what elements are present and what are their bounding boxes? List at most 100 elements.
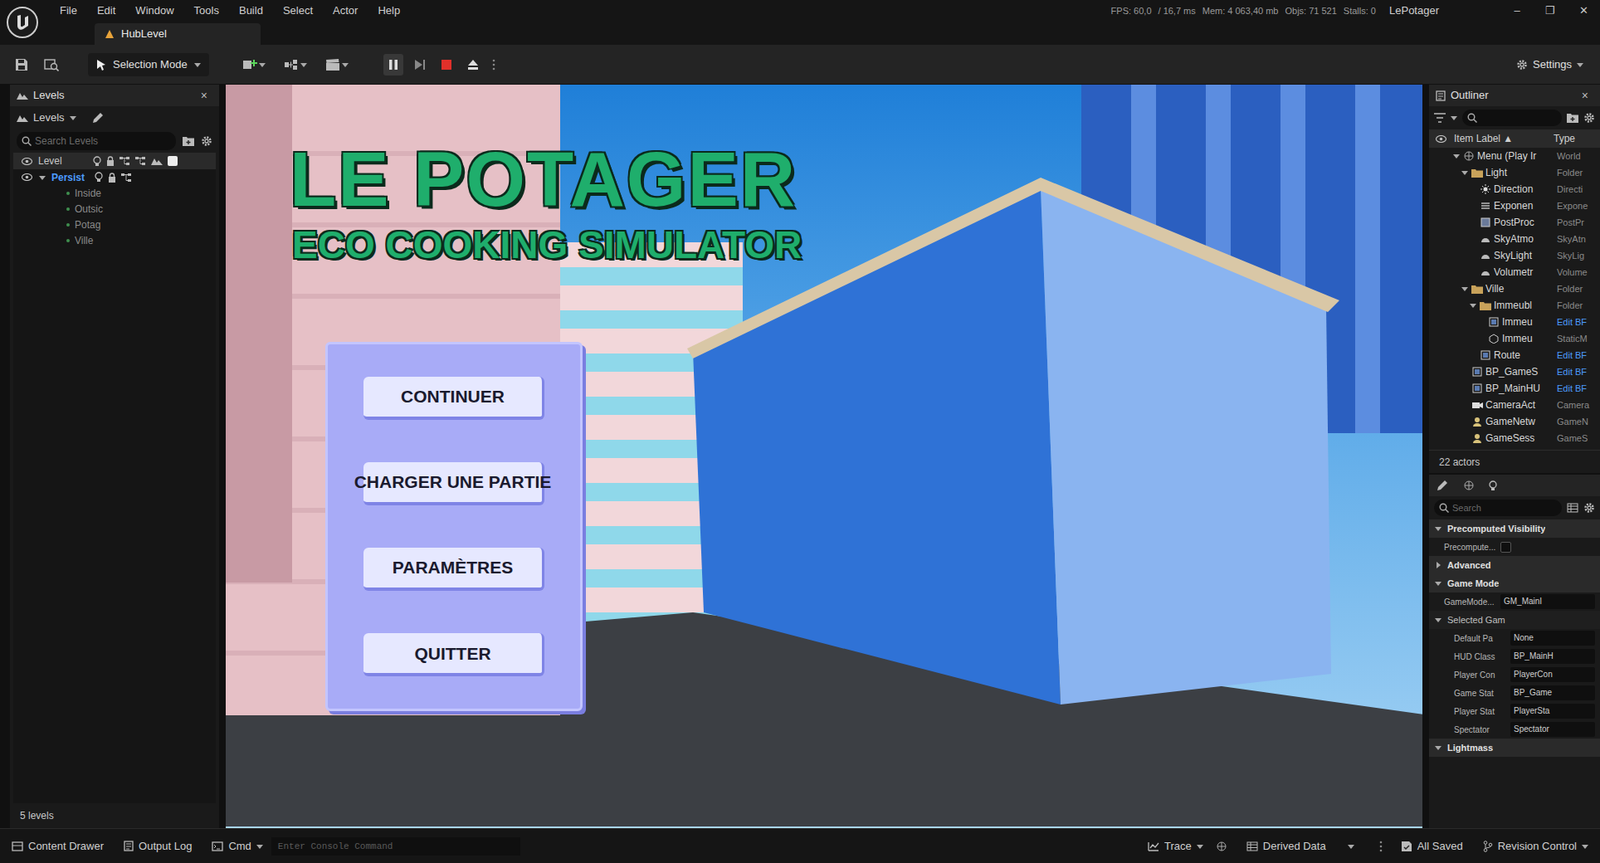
outliner-row[interactable]: ImmeuEdit BF: [1429, 313, 1600, 331]
expanded-arrow-icon: [1460, 169, 1469, 176]
column-header[interactable]: Type: [1553, 131, 1596, 147]
step-button[interactable]: [409, 58, 430, 71]
revision-control-dropdown[interactable]: Revision Control: [1482, 838, 1589, 855]
all-saved-button[interactable]: All Saved: [1400, 838, 1464, 855]
cinematics-button[interactable]: [325, 58, 349, 72]
type-cell[interactable]: Edit BF: [1556, 348, 1599, 363]
outliner-row[interactable]: ImmeuStaticM: [1429, 330, 1600, 347]
outliner-row[interactable]: ExponenExpone: [1429, 197, 1600, 215]
checkbox[interactable]: [1500, 541, 1512, 553]
details-section-header[interactable]: Advanced: [1429, 556, 1600, 575]
level-row[interactable]: Potag: [13, 216, 216, 233]
label-cell: GameSess: [1485, 430, 1555, 446]
title-bar: FileEditWindowToolsBuildSelectActorHelpF…: [0, 0, 1600, 45]
outliner-row[interactable]: LightFolder: [1429, 164, 1600, 181]
menu-item[interactable]: Build: [230, 0, 272, 22]
property-value[interactable]: BP_MainH: [1510, 648, 1596, 664]
pause-button[interactable]: [383, 53, 404, 76]
property-value[interactable]: BP_Game: [1510, 685, 1596, 701]
details-section-header[interactable]: Selected Gam: [1429, 610, 1600, 630]
outliner-row[interactable]: Menu (Play IrWorld: [1429, 147, 1600, 165]
outliner-row[interactable]: BP_GameSEdit BF: [1429, 363, 1600, 381]
level-tab[interactable]: HubLevel: [94, 23, 261, 45]
sublevel-dot: [66, 191, 70, 196]
level-row[interactable]: Inside: [13, 185, 216, 201]
outliner-search-field[interactable]: [1462, 109, 1562, 127]
outliner-row[interactable]: VilleFolder: [1429, 280, 1600, 298]
type-cell[interactable]: Edit BF: [1556, 365, 1599, 380]
column-header[interactable]: Item Label ▲: [1450, 131, 1551, 147]
outliner-row[interactable]: CameraActCamera: [1429, 396, 1600, 414]
project-name: LePotager: [1389, 2, 1498, 20]
type-cell[interactable]: Edit BF: [1556, 315, 1599, 330]
levels-search-input[interactable]: [31, 132, 171, 150]
menu-item[interactable]: Select: [274, 0, 322, 22]
stop-button[interactable]: [436, 58, 457, 71]
details-search-field[interactable]: [1434, 499, 1562, 517]
menu-button[interactable]: CHARGER UNE PARTIE: [363, 462, 545, 506]
menu-item[interactable]: Tools: [185, 0, 228, 22]
output-log-button[interactable]: Output Log: [123, 838, 192, 855]
outliner-row[interactable]: PostProcPostPr: [1429, 214, 1600, 231]
close-button[interactable]: ×: [200, 87, 213, 105]
outliner-row[interactable]: ImmeublFolder: [1429, 297, 1600, 314]
add-actor-button[interactable]: [242, 58, 266, 72]
main-menu-panel: CONTINUER CHARGER UNE PARTIE PARAMÈTRES QUI…: [325, 341, 583, 712]
label-cell: PostProc: [1493, 214, 1555, 230]
window-control-button[interactable]: –: [1500, 2, 1534, 20]
game-viewport[interactable]: LE POTAGERECO COOKING SIMULATORCONTINUER…: [225, 84, 1423, 829]
camera-icon: [1471, 400, 1483, 410]
settings-button[interactable]: Settings: [1516, 56, 1589, 74]
levels-search-field[interactable]: [16, 131, 176, 151]
property-value[interactable]: PlayerSta: [1510, 703, 1596, 719]
close-button[interactable]: ×: [1581, 87, 1594, 105]
cmd-dropdown[interactable]: Cmd: [211, 838, 263, 855]
type-cell[interactable]: Edit BF: [1556, 381, 1599, 396]
menu-item[interactable]: Edit: [88, 0, 124, 22]
levels-dropdown[interactable]: Levels: [16, 109, 77, 127]
outliner-row[interactable]: RouteEdit BF: [1429, 346, 1600, 364]
menu-item[interactable]: Window: [126, 0, 182, 22]
menu-button[interactable]: CONTINUER: [363, 376, 545, 420]
outliner-tab[interactable]: Outliner×: [1429, 84, 1600, 107]
levels-tab[interactable]: Levels×: [9, 84, 220, 107]
details-section-header[interactable]: Game Mode: [1429, 574, 1600, 593]
outliner-row[interactable]: BP_MainHUEdit BF: [1429, 380, 1600, 397]
outliner-row[interactable]: DirectionDirecti: [1429, 180, 1600, 198]
outliner-row[interactable]: GameSessGameS: [1429, 429, 1600, 447]
level-row[interactable]: Persist: [13, 169, 216, 186]
window-control-button[interactable]: ✕: [1566, 2, 1600, 20]
menu-item[interactable]: Help: [369, 0, 409, 22]
details-panel: Precomputed VisibilityPrecompute...Advan…: [1429, 474, 1600, 829]
saved-icon: [1400, 840, 1413, 853]
level-row[interactable]: Ville: [13, 232, 216, 249]
menu-button[interactable]: QUITTER: [363, 633, 545, 677]
details-search-input[interactable]: [1448, 500, 1557, 516]
derived-data-dropdown[interactable]: Derived Data: [1246, 838, 1355, 855]
menu-button[interactable]: PARAMÈTRES: [363, 547, 545, 591]
menu-item[interactable]: File: [51, 0, 86, 22]
outliner-row[interactable]: SkyLightSkyLig: [1429, 247, 1600, 264]
level-row[interactable]: Outsic: [13, 200, 216, 217]
content-drawer-button[interactable]: Content Drawer: [11, 838, 104, 855]
outliner-row[interactable]: VolumetrVolume: [1429, 263, 1600, 281]
levels-tree: LevelPersistInsideOutsicPotagVille: [13, 152, 216, 804]
outliner-row[interactable]: GameNetwGameN: [1429, 413, 1600, 430]
blueprint-button[interactable]: [283, 58, 308, 72]
console-input[interactable]: [271, 837, 521, 856]
volume-icon: [1479, 217, 1492, 228]
property-value[interactable]: PlayerCon: [1510, 667, 1596, 683]
outliner-row[interactable]: SkyAtmoSkyAtn: [1429, 230, 1600, 248]
cursor-icon: [96, 58, 107, 71]
details-section-header[interactable]: Precomputed Visibility: [1429, 519, 1600, 538]
details-section-header[interactable]: Lightmass: [1429, 738, 1600, 757]
eject-button[interactable]: [463, 58, 483, 71]
property-value[interactable]: None: [1510, 630, 1596, 646]
selection-mode-dropdown[interactable]: Selection Mode: [87, 53, 210, 77]
menu-item[interactable]: Actor: [324, 0, 366, 22]
property-value[interactable]: GM_MainI: [1500, 594, 1596, 610]
window-control-button[interactable]: ❐: [1533, 2, 1567, 20]
blueprint-icon: [1487, 317, 1500, 327]
property-value[interactable]: Spectator: [1510, 721, 1596, 737]
trace-dropdown[interactable]: Trace: [1147, 838, 1204, 855]
